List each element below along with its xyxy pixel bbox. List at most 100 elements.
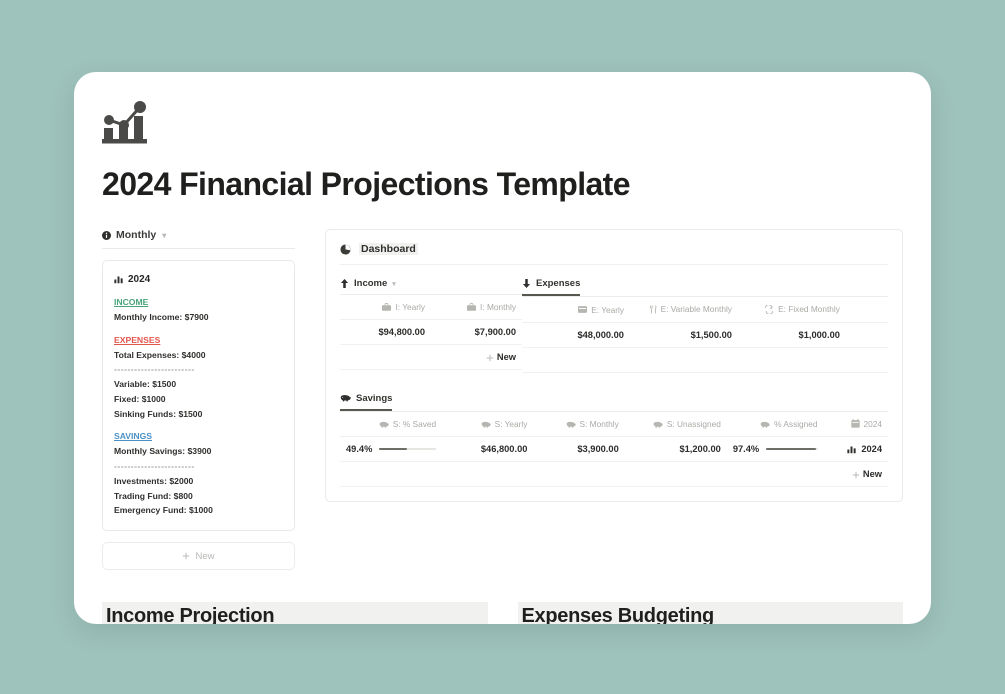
briefcase-icon <box>382 303 392 311</box>
column-income-yearly[interactable]: I: Yearly <box>340 295 431 320</box>
column-expenses-sinking[interactable]: E: Sinking <box>845 297 888 323</box>
tab-savings[interactable]: Savings <box>340 392 393 411</box>
column-expenses-yearly-label: E: Yearly <box>591 304 624 315</box>
savings-table: S: % Saved S: Yearly S: Monthly S: Unass… <box>340 411 888 487</box>
income-new-row[interactable]: New <box>340 344 522 370</box>
plus-icon <box>486 354 494 362</box>
note-card[interactable]: 2024 INCOME Monthly Income: $7900 EXPENS… <box>102 260 295 532</box>
dashboard-expenses-block: Expenses E: Yearly E: Variable Monthly E… <box>522 278 888 373</box>
column-savings-year[interactable]: 2024 <box>823 411 888 437</box>
plus-icon <box>852 471 860 479</box>
savings-line-trading: Trading Fund: $800 <box>114 490 193 501</box>
table-row[interactable]: $94,800.00 $7,900.00 <box>340 319 522 345</box>
expenses-budgeting-title: Expenses Budgeting <box>517 602 903 624</box>
tab-income[interactable]: Income ▾ <box>340 278 396 294</box>
divider-expenses: ------------------------ <box>114 364 195 375</box>
expense-line-sinking: Sinking Funds: $1500 <box>114 408 203 419</box>
notion-page: 2024 Financial Projections Template Mont… <box>74 72 931 624</box>
column-savings-yearly-label: S: Yearly <box>494 419 528 429</box>
pct-assigned-cell: 97.4% <box>726 436 824 462</box>
column-savings-year-label: 2024 <box>863 418 882 429</box>
sidebar-new-button[interactable]: New <box>102 542 295 571</box>
column-income-monthly-label: I: Monthly <box>480 302 516 312</box>
column-expenses-variable-label: E: Variable Monthly <box>660 304 732 314</box>
column-savings-monthly-label: S: Monthly <box>579 419 619 429</box>
column-pct-assigned[interactable]: % Assigned <box>726 411 824 437</box>
page-title: 2024 Financial Projections Template <box>102 166 631 202</box>
piggy-bank-icon <box>481 421 491 428</box>
briefcase-icon <box>467 303 477 311</box>
piggy-bank-icon <box>379 421 389 428</box>
expenses-variable-value: $1,500.00 <box>629 322 738 348</box>
savings-section-label: SAVINGS <box>114 431 153 442</box>
bar-chart-growth-icon <box>102 100 148 144</box>
tab-expenses[interactable]: Expenses <box>522 278 581 296</box>
bar-chart-icon <box>114 275 123 284</box>
info-icon <box>102 230 111 240</box>
column-income-yearly-label: I: Yearly <box>395 302 425 312</box>
dashboard-savings-block: Savings S: % Saved S: Yearly S: Monthly … <box>326 392 902 487</box>
divider-savings: ------------------------ <box>114 461 195 471</box>
savings-pct-saved-value: 49.4% <box>346 444 373 454</box>
income-table: I: Yearly I: Monthly $94,800.00 $7,900.0… <box>340 295 522 370</box>
expenses-section-label: EXPENSES <box>114 334 161 345</box>
chevron-down-icon: ▾ <box>392 280 396 288</box>
savings-line-investments: Investments: $2000 <box>114 475 194 486</box>
app-window: 2024 Financial Projections Template Mont… <box>74 72 931 624</box>
column-savings-pct-saved[interactable]: S: % Saved <box>340 411 443 437</box>
expenses-new-row[interactable]: New <box>522 347 888 373</box>
column-savings-unassigned-label: S: Unassigned <box>666 419 721 429</box>
table-row[interactable]: 49.4% $46,800.00 $3,900.00 $1,200.00 97.… <box>340 436 888 462</box>
sidebar-new-label: New <box>195 550 215 562</box>
tab-income-label: Income <box>354 278 388 289</box>
expenses-sinking-value: $1,5 <box>845 322 888 348</box>
savings-line-emergency: Emergency Fund: $1000 <box>114 505 213 516</box>
expenses-table: E: Yearly E: Variable Monthly E: Fixed M… <box>522 297 888 373</box>
savings-yearly-value: $46,800.00 <box>442 436 534 462</box>
savings-new-label: New <box>862 469 882 479</box>
column-savings-yearly[interactable]: S: Yearly <box>442 411 534 437</box>
pie-chart-icon <box>340 243 351 255</box>
income-monthly-value: $7,900.00 <box>431 319 522 345</box>
column-savings-unassigned[interactable]: S: Unassigned <box>624 411 727 437</box>
expenses-fixed-value: $1,000.00 <box>737 322 846 348</box>
column-expenses-fixed[interactable]: E: Fixed Monthly <box>737 297 846 323</box>
dashboard-income-block: Income ▾ I: Yearly I: Monthly $94,800.00… <box>340 278 522 373</box>
table-row[interactable]: $48,000.00 $1,500.00 $1,000.00 $1,5 <box>522 322 888 348</box>
piggy-bank-icon <box>760 421 771 428</box>
column-expenses-variable[interactable]: E: Variable Monthly <box>629 297 738 323</box>
view-tab-monthly[interactable]: Monthly ▾ <box>102 229 166 241</box>
chevron-down-icon: ▾ <box>162 230 167 240</box>
tab-savings-label: Savings <box>356 392 393 404</box>
expense-line-fixed: Fixed: $1000 <box>114 393 166 404</box>
monthly-savings-line: Monthly Savings: $3900 <box>114 446 212 457</box>
view-tab-bar: Monthly ▾ <box>102 229 295 249</box>
column-savings-pct-saved-label: S: % Saved <box>392 419 437 429</box>
column-pct-assigned-label: % Assigned <box>774 419 818 429</box>
income-yearly-value: $94,800.00 <box>340 319 431 345</box>
column-expenses-fixed-label: E: Fixed Monthly <box>778 304 840 314</box>
column-income-monthly[interactable]: I: Monthly <box>431 295 522 320</box>
note-card-header: 2024 <box>114 271 283 288</box>
column-savings-monthly[interactable]: S: Monthly <box>533 411 625 437</box>
savings-year-value: 2024 <box>861 444 882 454</box>
dashboard-card: Dashboard Income ▾ I: Yearly I: Monthly … <box>325 229 903 502</box>
pct-assigned-value: 97.4% <box>732 444 760 454</box>
dashboard-column: Dashboard Income ▾ I: Yearly I: Monthly … <box>325 229 903 502</box>
dashboard-divider <box>340 264 888 265</box>
plus-icon <box>182 552 190 560</box>
column-expenses-yearly[interactable]: E: Yearly <box>522 297 630 323</box>
pct-assigned-bar <box>766 447 818 451</box>
sidebar-column: Monthly ▾ 2024 INCOME Monthly Income: $7… <box>102 229 295 571</box>
income-projection-title: Income Projection <box>102 602 488 624</box>
repeat-icon <box>764 304 774 314</box>
arrow-up-icon <box>340 279 349 288</box>
savings-pct-saved-bar <box>379 447 437 451</box>
calendar-icon <box>850 419 860 428</box>
fork-knife-icon <box>649 304 657 314</box>
savings-year-cell: 2024 <box>823 436 888 462</box>
piggy-bank-icon <box>566 421 576 428</box>
income-table-header: I: Yearly I: Monthly <box>340 295 522 320</box>
savings-new-row[interactable]: New <box>340 461 888 487</box>
arrow-down-icon <box>522 279 531 288</box>
